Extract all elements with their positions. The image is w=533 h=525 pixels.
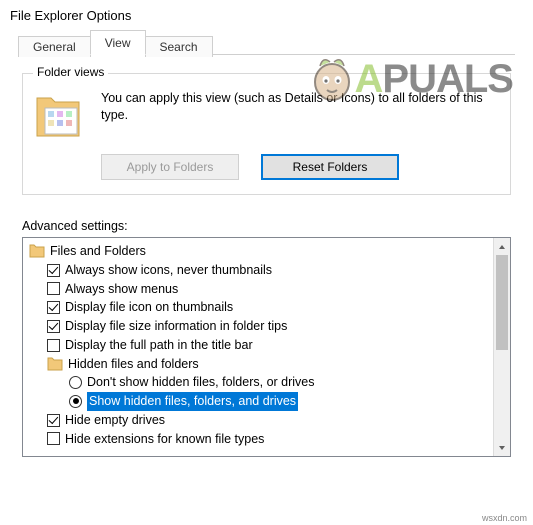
tree-scrollbar[interactable] [493,238,510,456]
tab-general[interactable]: General [18,36,91,57]
advanced-settings-label: Advanced settings: [22,219,511,233]
option-label: Don't show hidden files, folders, or dri… [87,373,315,392]
checkbox-icon[interactable] [47,301,60,314]
option-always-icons[interactable]: Always show icons, never thumbnails [29,261,489,280]
option-label: Hide empty drives [65,411,165,430]
scroll-track[interactable] [494,255,510,439]
reset-folders-button[interactable]: Reset Folders [261,154,399,180]
option-show-hidden[interactable]: Show hidden files, folders, and drives [29,392,489,411]
option-dont-show-hidden[interactable]: Don't show hidden files, folders, or dri… [29,373,489,392]
folder-views-icon [35,90,87,142]
attribution-text: wsxdn.com [482,513,527,523]
option-label: Always show icons, never thumbnails [65,261,272,280]
tree-hidden-group: Hidden files and folders [29,355,489,374]
option-label: Always show menus [65,280,178,299]
tab-view[interactable]: View [90,30,146,55]
checkbox-icon[interactable] [47,432,60,445]
scroll-down-button[interactable] [494,439,510,456]
scroll-thumb[interactable] [496,255,508,350]
tab-strip: General View Search [0,27,533,55]
radio-icon[interactable] [69,376,82,389]
advanced-settings-tree: Files and Folders Always show icons, nev… [22,237,511,457]
option-full-path-title[interactable]: Display the full path in the title bar [29,336,489,355]
checkbox-icon[interactable] [47,282,60,295]
tab-content: Folder views You can apply this view (su… [0,55,533,457]
radio-icon[interactable] [69,395,82,408]
apply-to-folders-button: Apply to Folders [101,154,239,180]
chevron-down-icon [498,444,506,452]
option-label: Display file icon on thumbnails [65,298,233,317]
folder-views-description: You can apply this view (such as Details… [101,90,498,124]
folder-icon [29,244,45,258]
tab-search[interactable]: Search [145,36,213,57]
folder-views-legend: Folder views [33,65,108,79]
option-hide-extensions[interactable]: Hide extensions for known file types [29,430,489,449]
folder-icon [47,357,63,371]
tree-root-label: Files and Folders [50,242,146,261]
option-file-icon-thumbnails[interactable]: Display file icon on thumbnails [29,298,489,317]
checkbox-icon[interactable] [47,414,60,427]
tree-root: Files and Folders [29,242,489,261]
scroll-up-button[interactable] [494,238,510,255]
option-label: Hide extensions for known file types [65,430,264,449]
option-label: Display file size information in folder … [65,317,287,336]
chevron-up-icon [498,243,506,251]
option-label-selected: Show hidden files, folders, and drives [87,392,298,411]
checkbox-icon[interactable] [47,339,60,352]
tree-group-label: Hidden files and folders [68,355,199,374]
window-title: File Explorer Options [0,0,533,27]
checkbox-icon[interactable] [47,264,60,277]
option-file-size-tips[interactable]: Display file size information in folder … [29,317,489,336]
folder-views-group: Folder views You can apply this view (su… [22,73,511,195]
option-always-menus[interactable]: Always show menus [29,280,489,299]
checkbox-icon[interactable] [47,320,60,333]
option-hide-empty-drives[interactable]: Hide empty drives [29,411,489,430]
option-label: Display the full path in the title bar [65,336,253,355]
